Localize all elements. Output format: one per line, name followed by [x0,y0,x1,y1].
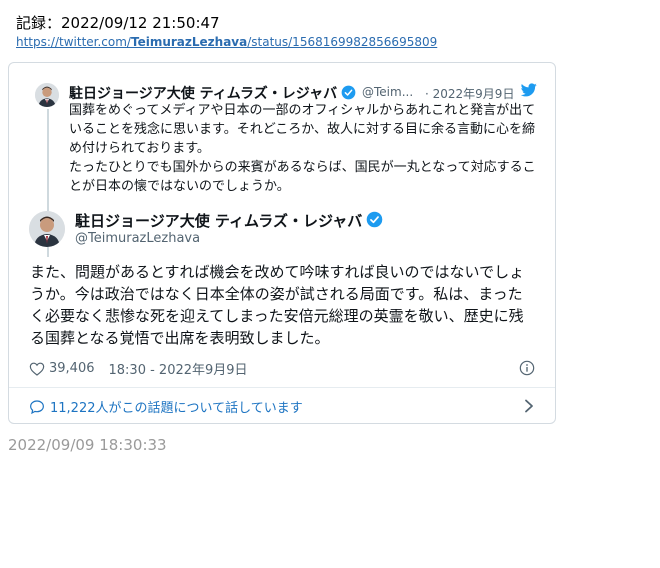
info-icon[interactable] [519,360,535,376]
quoted-tweet-text: 国葬をめぐってメディアや日本の一部のオフィシャルからあれこれと発言が出ていること… [69,101,539,196]
twitter-bird-icon[interactable] [521,83,537,97]
quoted-paragraph: 国葬をめぐってメディアや日本の一部のオフィシャルからあれこれと発言が出ていること… [69,103,536,156]
card-divider [9,387,555,388]
tweet-text: また、問題があるとすれば機会を改めて吟味すれば良いのではないでしょうか。今は政治… [30,263,525,347]
quoted-paragraph: たったひとりでも国外からの来賓があるならば、国民が一丸となって対応することが日本… [69,160,536,194]
speech-bubble-icon [30,399,44,414]
like-count[interactable]: 39,406 [49,361,95,376]
verified-badge-icon [341,85,356,100]
verified-badge-icon [366,211,383,228]
quoted-author-name-text: 駐日ジョージア大使 ティムラズ・レジャバ [69,86,338,102]
quoted-date[interactable]: · 2022年9月9日 [425,85,514,102]
source-link-user: TeimurazLezhava [130,35,248,49]
author-name[interactable]: 駐日ジョージア大使 ティムラズ・レジャバ [75,210,383,231]
author-handle[interactable]: @TeimurazLezhava [75,231,200,246]
author-avatar[interactable] [29,211,65,247]
source-link[interactable]: https://twitter.com/TeimurazLezhava/stat… [16,35,437,49]
quoted-avatar[interactable] [35,83,59,107]
author-name-text: 駐日ジョージア大使 ティムラズ・レジャバ [75,212,363,230]
heart-icon[interactable] [29,361,45,377]
quoted-handle[interactable]: @Teim... [362,85,413,99]
chevron-right-icon[interactable] [523,399,535,413]
quoted-author-name[interactable]: 駐日ジョージア大使 ティムラズ・レジャバ [69,83,356,103]
conversation-text: 11,222人がこの話題について話しています [50,401,303,416]
tweet-embed-card: 駐日ジョージア大使 ティムラズ・レジャバ @Teim... · 2022年9月9… [8,62,556,424]
record-timestamp: 記録：2022/09/12 21:50:47 [16,14,220,32]
footer-timestamp: 2022/09/09 18:30:33 [8,436,167,454]
source-link-suffix: /status/1568169982856695809 [247,35,438,49]
tweet-meta: 39,406 18:30 - 2022年9月9日 [29,359,248,378]
conversation-link[interactable]: 11,222人がこの話題について話しています [29,397,303,416]
source-link-prefix: https://twitter.com/ [16,35,131,49]
tweet-timestamp[interactable]: 18:30 - 2022年9月9日 [109,359,248,378]
